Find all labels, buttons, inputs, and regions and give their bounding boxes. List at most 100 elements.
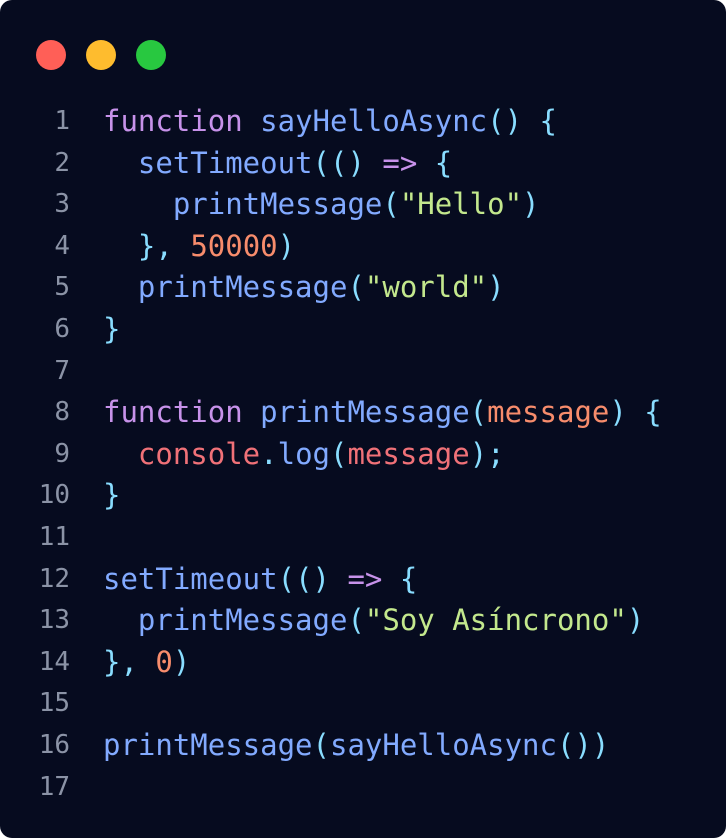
code-token-string: "Hello" [399, 187, 523, 222]
line-number: 7 [54, 355, 70, 386]
code-line: 11 [0, 517, 726, 559]
code-token-punctuation: ) [522, 187, 540, 222]
close-window-dot-icon[interactable] [36, 40, 66, 70]
code-line-text: printMessage("Hello") [103, 184, 540, 226]
code-line: 17 [0, 767, 726, 809]
code-token-punctuation: ( [330, 436, 348, 471]
code-line: 16 printMessage(sayHelloAsync()) [0, 725, 726, 767]
code-token-string: "world" [364, 270, 488, 305]
maximize-window-dot-icon[interactable] [136, 40, 166, 70]
code-token-punctuation: ) [347, 145, 383, 180]
code-token-variable: console [137, 436, 261, 471]
line-number: 12 [38, 563, 70, 594]
code-token-punctuation: }, [103, 644, 156, 679]
code-token-punctuation: ); [469, 436, 505, 471]
code-block: 1 function sayHelloAsync() {2 setTimeout(… [0, 101, 726, 808]
line-number: 5 [54, 272, 70, 303]
code-line-text: } [103, 309, 120, 351]
code-line-text: function sayHelloAsync() { [103, 101, 557, 143]
code-line: 7 [0, 351, 726, 393]
code-token-function: printMessage [260, 395, 470, 430]
code-token-punctuation: ) [312, 561, 348, 596]
code-line: 10} [0, 475, 726, 517]
code-token-punctuation: (( [277, 561, 313, 596]
code-line-text: printMessage("Soy Asíncrono") [103, 600, 644, 642]
code-line: 4 }, 50000) [0, 226, 726, 268]
code-line: 13 printMessage("Soy Asíncrono") [0, 600, 726, 642]
code-line-text: }, 0) [103, 642, 190, 684]
code-token-punctuation: ( [347, 270, 365, 305]
code-token-punctuation: ) [172, 644, 191, 679]
code-token-function: sayHelloAsync [260, 104, 488, 138]
line-number: 13 [38, 605, 70, 636]
code-line: 8 function printMessage(message) { [0, 392, 726, 434]
line-number: 6 [54, 313, 70, 344]
code-token-punctuation: ( [347, 603, 365, 638]
line-number: 16 [38, 729, 70, 760]
code-token-punctuation: } [103, 478, 121, 513]
code-line-text: setTimeout(() => { [103, 143, 452, 185]
code-token-function: printMessage [137, 270, 348, 305]
code-token-function: printMessage [103, 727, 313, 762]
code-token-punctuation: ) [487, 270, 505, 305]
line-number: 8 [54, 397, 70, 428]
code-token-punctuation: ( [312, 727, 330, 762]
line-number: 3 [54, 189, 70, 220]
code-token-function: setTimeout [137, 145, 313, 180]
code-line: 6} [0, 309, 726, 351]
code-line: 5 printMessage("world") [0, 267, 726, 309]
code-token-function: setTimeout [103, 561, 278, 596]
code-line: 3 printMessage("Hello") [0, 184, 726, 226]
code-token-function: printMessage [172, 187, 383, 222]
code-token-keyword: function [103, 395, 243, 430]
line-number: 2 [54, 147, 70, 178]
line-number: 14 [38, 646, 70, 677]
code-token-punctuation: ) [626, 603, 645, 638]
code-window: 1 function sayHelloAsync() {2 setTimeout(… [0, 0, 726, 838]
code-token-number: 50000 [190, 228, 278, 263]
code-token-punctuation: ()) [556, 727, 610, 762]
line-number: 4 [54, 230, 70, 261]
code-token-punctuation: { [417, 145, 453, 180]
code-line-text: }, 50000) [103, 226, 295, 268]
code-line: 9 console.log(message); [0, 434, 726, 476]
code-token-function: sayHelloAsync [329, 727, 557, 762]
code-token-punctuation: () { [487, 104, 557, 138]
line-number: 11 [38, 521, 70, 552]
code-token-keyword: => [347, 561, 383, 596]
code-token-punctuation: ) [277, 228, 296, 263]
code-token-variable: message [347, 436, 470, 471]
line-number: 9 [54, 438, 70, 469]
code-token-string: "Soy Asíncrono" [364, 603, 627, 638]
code-token-function: log [277, 436, 330, 471]
code-token-parameter: message [487, 395, 610, 430]
code-line: 12 setTimeout(() => { [0, 559, 726, 601]
code-line-text: setTimeout(() => { [103, 559, 417, 601]
code-line: 1 function sayHelloAsync() { [0, 101, 726, 143]
code-line-text: console.log(message); [103, 434, 505, 476]
line-number: 10 [38, 480, 70, 511]
minimize-window-dot-icon[interactable] [86, 40, 116, 70]
code-line-text: } [103, 475, 120, 517]
code-line-text: printMessage("world") [103, 267, 505, 309]
code-token-punctuation: { [382, 561, 418, 596]
code-token-punctuation: }, [137, 228, 191, 263]
code-token-keyword: function [103, 104, 243, 138]
code-token-function: printMessage [137, 603, 348, 638]
code-line: 15 [0, 683, 726, 725]
code-token-keyword: => [382, 145, 418, 180]
code-token-punctuation: } [103, 311, 121, 346]
code-token-punctuation: ( [469, 395, 488, 430]
code-line-text: printMessage(sayHelloAsync()) [103, 725, 609, 767]
line-number: 17 [38, 771, 70, 802]
code-line-text: function printMessage(message) { [103, 392, 662, 434]
code-token-punctuation: (( [312, 145, 348, 180]
line-number: 15 [38, 688, 70, 719]
